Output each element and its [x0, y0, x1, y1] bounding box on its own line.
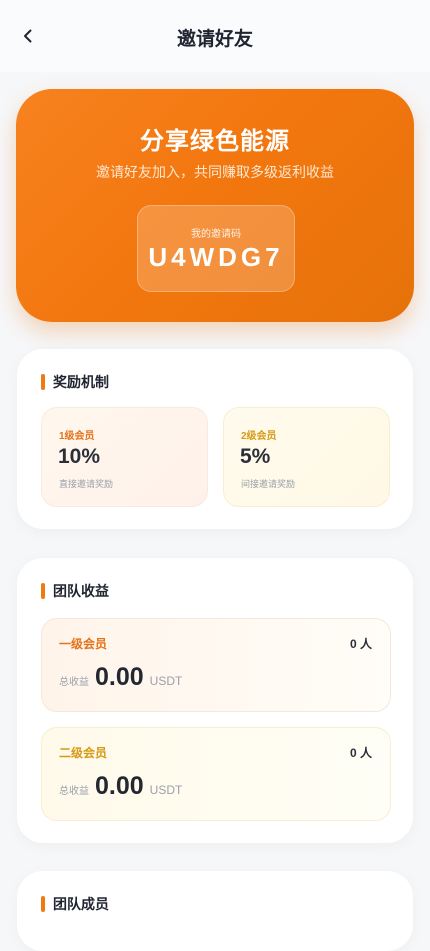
earnings-total-row: 总收益 0.00 USDT [59, 772, 182, 801]
section-accent-bar [41, 583, 45, 599]
section-accent-bar [41, 896, 45, 912]
earnings-total-label: 总收益 [59, 786, 89, 797]
earnings-level-2[interactable]: 二级会员 0 人 总收益 0.00 USDT [41, 727, 391, 821]
reward-section-title: 奖励机制 [53, 374, 109, 390]
earnings-unit: USDT [149, 783, 183, 797]
reward-desc: 间接邀请奖励 [241, 479, 296, 489]
earnings-total-row: 总收益 0.00 USDT [59, 663, 182, 692]
invite-code-value[interactable]: U4WDG7 [138, 242, 294, 273]
earnings-unit: USDT [149, 674, 183, 688]
team-members-card: 团队成员 [17, 871, 413, 951]
reward-rate: 10% [58, 445, 101, 468]
earnings-amount: 0.00 [95, 663, 144, 691]
earnings-section-header: 团队收益 [41, 582, 109, 600]
invite-hero-banner: 分享绿色能源 邀请好友加入，共同赚取多级返利收益 我的邀请码 U4WDG7 [16, 89, 414, 322]
earnings-amount: 0.00 [95, 772, 144, 800]
reward-desc: 直接邀请奖励 [59, 479, 114, 489]
reward-rate: 5% [240, 445, 271, 468]
earnings-total-label: 总收益 [59, 677, 89, 688]
invite-code-box[interactable]: 我的邀请码 U4WDG7 [137, 205, 295, 292]
reward-section-header: 奖励机制 [41, 373, 109, 391]
earnings-level-1[interactable]: 一级会员 0 人 总收益 0.00 USDT [41, 618, 391, 712]
member-count: 0 人 [349, 637, 372, 651]
top-nav-bar: 邀请好友 [0, 0, 430, 72]
reward-card: 奖励机制 1级会员 10% 直接邀请奖励 2级会员 5% 间接邀请奖励 [17, 349, 413, 529]
team-earnings-card: 团队收益 一级会员 0 人 总收益 0.00 USDT 二级会员 0 人 总收益… [17, 558, 413, 843]
reward-level-1: 1级会员 10% 直接邀请奖励 [41, 407, 208, 507]
members-section-title: 团队成员 [53, 896, 109, 912]
reward-level-2: 2级会员 5% 间接邀请奖励 [223, 407, 390, 507]
earnings-level-label: 二级会员 [59, 746, 108, 760]
page-title: 邀请好友 [176, 29, 253, 50]
earnings-section-title: 团队收益 [53, 583, 109, 599]
section-accent-bar [41, 374, 45, 390]
member-count: 0 人 [349, 746, 372, 760]
reward-level-label: 1级会员 [59, 431, 95, 442]
hero-title: 分享绿色能源 [140, 128, 290, 155]
members-section-header: 团队成员 [41, 895, 109, 913]
reward-level-label: 2级会员 [241, 431, 277, 442]
hero-subtitle: 邀请好友加入，共同赚取多级返利收益 [96, 164, 334, 180]
invite-code-label: 我的邀请码 [191, 229, 241, 240]
earnings-level-label: 一级会员 [59, 637, 108, 651]
